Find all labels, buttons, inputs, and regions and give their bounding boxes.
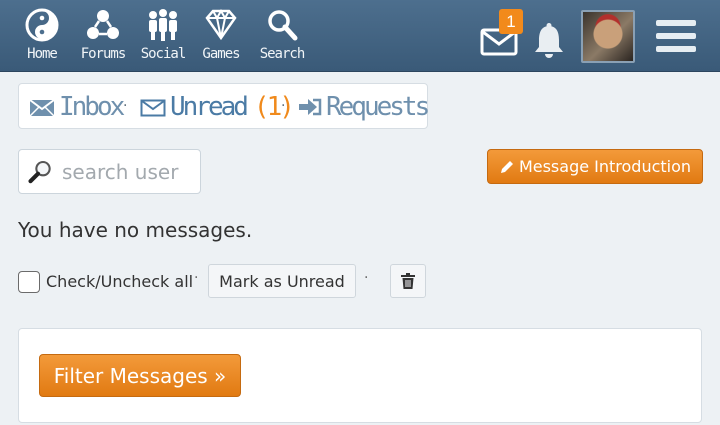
- nav-search-label: Search: [259, 46, 306, 62]
- hamburger-menu-icon[interactable]: [656, 20, 696, 54]
- action-separator: ·: [364, 270, 369, 286]
- nav-search[interactable]: Search: [251, 8, 313, 68]
- envelope-outline-icon: [140, 99, 166, 117]
- bulk-actions-row: Check/Uncheck all · Mark as Unread ·: [18, 264, 426, 300]
- unread-count: (1): [253, 92, 295, 122]
- nav-home-label: Home: [27, 46, 58, 62]
- action-separator: ·: [194, 270, 199, 286]
- yin-yang-icon: [25, 8, 59, 42]
- nav-forums[interactable]: Forums: [72, 8, 134, 68]
- nav-games-label: Games: [202, 46, 240, 62]
- message-count-badge[interactable]: 1: [499, 9, 523, 34]
- forums-icon: [87, 10, 119, 39]
- filter-panel: Filter Messages »: [18, 328, 702, 423]
- message-introduction-button[interactable]: Message Introduction: [487, 149, 703, 184]
- nav-social-label: Social: [140, 46, 187, 62]
- nav-games[interactable]: Games: [190, 8, 252, 68]
- message-tabs: Inbox · Unread (1) · Requests: [18, 83, 430, 130]
- envelope-icon: [29, 99, 55, 117]
- empty-messages-text: You have no messages.: [18, 218, 253, 242]
- pencil-icon: [500, 160, 513, 173]
- nav-home[interactable]: Home: [11, 8, 73, 68]
- user-avatar[interactable]: [581, 10, 635, 63]
- tab-unread[interactable]: Unread (1): [140, 84, 295, 130]
- filter-messages-button[interactable]: Filter Messages »: [39, 354, 241, 397]
- search-user-input[interactable]: [62, 159, 200, 184]
- people-icon: [149, 9, 177, 41]
- delete-button[interactable]: [390, 264, 426, 298]
- tab-separator: ·: [281, 98, 286, 114]
- search-icon: [268, 10, 298, 41]
- mark-as-unread-button[interactable]: Mark as Unread: [208, 264, 356, 298]
- tab-unread-label: Unread: [170, 92, 249, 122]
- tab-inbox-label: Inbox: [59, 92, 125, 122]
- check-all-label[interactable]: Check/Uncheck all: [46, 272, 193, 291]
- bell-icon[interactable]: [532, 22, 566, 60]
- message-introduction-label: Message Introduction: [518, 157, 692, 176]
- tab-separator: ·: [123, 98, 128, 114]
- search-user-field: [18, 149, 201, 194]
- check-all-checkbox[interactable]: [18, 271, 40, 293]
- diamond-icon: [205, 8, 237, 41]
- nav-social[interactable]: Social: [132, 8, 194, 68]
- nav-forums-label: Forums: [80, 46, 127, 62]
- sign-in-arrow-icon: [299, 98, 322, 116]
- tab-requests-label: Requests: [326, 92, 430, 122]
- tab-inbox[interactable]: Inbox: [29, 84, 125, 130]
- magnifier-icon: [28, 160, 51, 183]
- tab-requests[interactable]: Requests: [298, 84, 430, 130]
- trash-icon: [401, 273, 415, 289]
- top-navigation-bar: Home Forums Social Games Search 1: [0, 0, 720, 72]
